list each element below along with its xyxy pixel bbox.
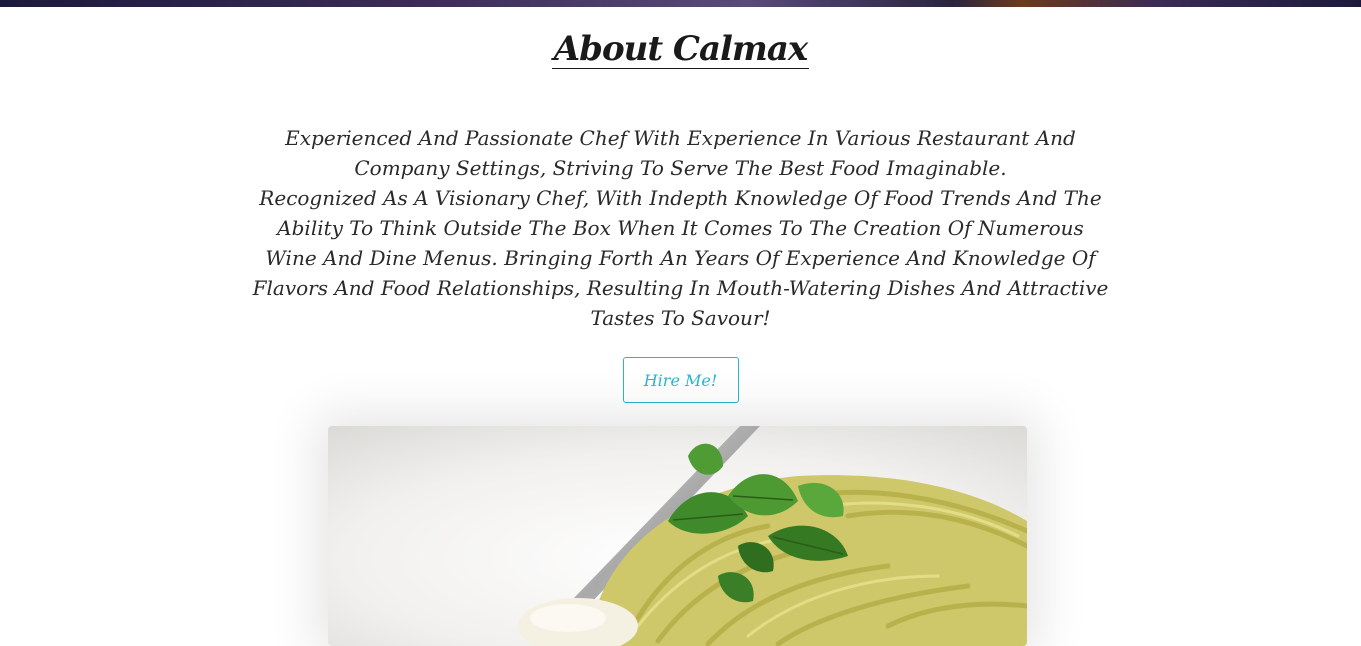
about-description: Experienced And Passionate Chef With Exp… [251, 123, 1111, 333]
about-paragraph-1: Experienced And Passionate Chef With Exp… [285, 126, 1076, 181]
hire-me-button[interactable]: Hire Me! [622, 357, 739, 404]
food-image [328, 426, 1027, 646]
about-section: About Calmax Experienced And Passionate … [0, 7, 1361, 404]
section-title: About Calmax [551, 29, 810, 69]
pesto-pasta-illustration [328, 426, 1027, 646]
hero-image-bottom-edge [0, 0, 1361, 7]
about-paragraph-2: Recognized As A Visionary Chef, With Ind… [252, 186, 1109, 331]
